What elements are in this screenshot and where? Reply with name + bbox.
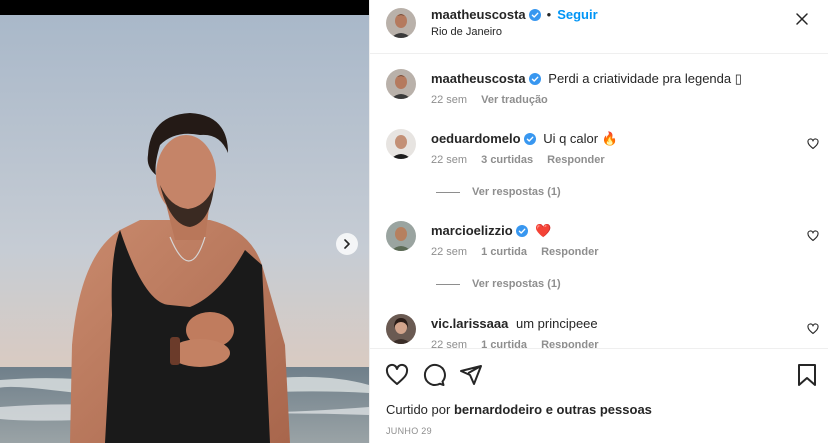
comment-username[interactable]: oeduardomelo [431,131,521,146]
like-button[interactable] [385,363,409,392]
comment-time[interactable]: 22 sem [431,339,467,348]
comment-text-row: vic.larissaaa um principeee [431,316,598,331]
caption-text-row: maatheuscosta Perdi a criatividade pra l… [431,71,742,87]
liked-by-suffix[interactable]: e outras pessoas [546,402,652,417]
comment-username[interactable]: vic.larissaaa [431,316,508,331]
close-icon [796,13,808,25]
liked-by: Curtido por bernardodeiro e outras pesso… [386,402,652,417]
comment-text: um principeee [515,316,598,331]
comment-avatar[interactable] [386,221,416,251]
caption-meta: 22 sem Ver tradução [431,94,559,106]
comment-avatar[interactable] [386,314,416,344]
comment-likes[interactable]: 1 curtida [481,339,527,348]
comment-item: vic.larissaaa um principeee 22 sem 1 cur… [370,314,828,348]
like-comment-button[interactable] [807,322,819,340]
like-comment-button[interactable] [807,137,819,155]
header-title-row: maatheuscosta • Seguir [431,7,598,22]
caption-row: maatheuscosta Perdi a criatividade pra l… [370,69,828,121]
verified-badge-icon [523,133,536,145]
post-location[interactable]: Rio de Janeiro [431,26,502,38]
reply-button[interactable]: Responder [541,246,598,258]
comment-meta: 22 sem 3 curtidas Responder [431,154,616,166]
comment-time[interactable]: 22 sem [431,154,467,166]
reply-button[interactable]: Responder [541,339,598,348]
comment-likes[interactable]: 1 curtida [481,246,527,258]
author-avatar[interactable] [386,8,416,38]
verified-badge-icon [528,8,541,21]
comment-icon [423,363,446,386]
post-date[interactable]: JUNHO 29 [386,426,432,436]
comment-avatar[interactable] [386,129,416,159]
caption-time[interactable]: 22 sem [431,94,467,106]
separator-dot: • [546,7,552,22]
post-details-panel: maatheuscosta • Seguir Rio de Janeiro ma… [369,0,828,443]
replies-divider [436,191,460,193]
heart-icon [385,363,409,385]
caption-avatar[interactable] [386,69,416,99]
view-replies-button[interactable]: Ver respostas (1) [436,186,561,198]
comment-time[interactable]: 22 sem [431,246,467,258]
verified-badge-icon [528,73,541,85]
heart-icon [807,323,819,335]
save-button[interactable] [796,363,818,392]
share-icon [460,365,482,385]
like-comment-button[interactable] [807,229,819,247]
more-options-button[interactable] [795,12,809,31]
liked-by-user[interactable]: bernardodeiro [454,402,542,417]
comment-button[interactable] [422,363,446,392]
comment-text-row: marcioelizzio ❤️ [431,223,551,239]
chevron-right-icon [344,239,350,249]
verified-badge-icon [515,225,528,237]
post-photo[interactable] [0,15,369,443]
comment-meta: 22 sem 1 curtida Responder [431,246,610,258]
share-button[interactable] [459,363,483,392]
follow-button[interactable]: Seguir [557,7,597,22]
comment-text-row: oeduardomelo Ui q calor 🔥 [431,131,618,147]
heart-icon [807,230,819,242]
comment-username[interactable]: marcioelizzio [431,223,513,238]
author-username[interactable]: maatheuscosta [431,7,526,22]
post-header: maatheuscosta • Seguir Rio de Janeiro [370,0,828,54]
replies-divider [436,283,460,285]
bookmark-icon [798,364,816,386]
comment-item: oeduardomelo Ui q calor 🔥 22 sem 3 curti… [370,129,828,209]
caption-text: Perdi a criatividade pra legenda ▯ [548,71,742,86]
reply-button[interactable]: Responder [547,154,604,166]
comments-list[interactable]: maatheuscosta Perdi a criatividade pra l… [370,55,828,348]
comment-text: ❤️ [535,223,552,238]
view-replies-button[interactable]: Ver respostas (1) [436,278,561,290]
heart-icon [807,138,819,150]
view-replies-label: Ver respostas (1) [472,186,561,198]
view-replies-label: Ver respostas (1) [472,278,561,290]
translate-link[interactable]: Ver tradução [481,94,548,106]
post-actions: Curtido por bernardodeiro e outras pesso… [370,348,828,443]
liked-by-prefix: Curtido por [386,402,451,417]
post-media [0,0,369,443]
comment-meta: 22 sem 1 curtida Responder [431,339,610,348]
caption-username[interactable]: maatheuscosta [431,71,526,86]
comment-item: marcioelizzio ❤️ 22 sem 1 curtida Respon… [370,221,828,301]
next-photo-button[interactable] [336,233,358,255]
comment-likes[interactable]: 3 curtidas [481,154,533,166]
comment-text: Ui q calor 🔥 [543,131,618,146]
